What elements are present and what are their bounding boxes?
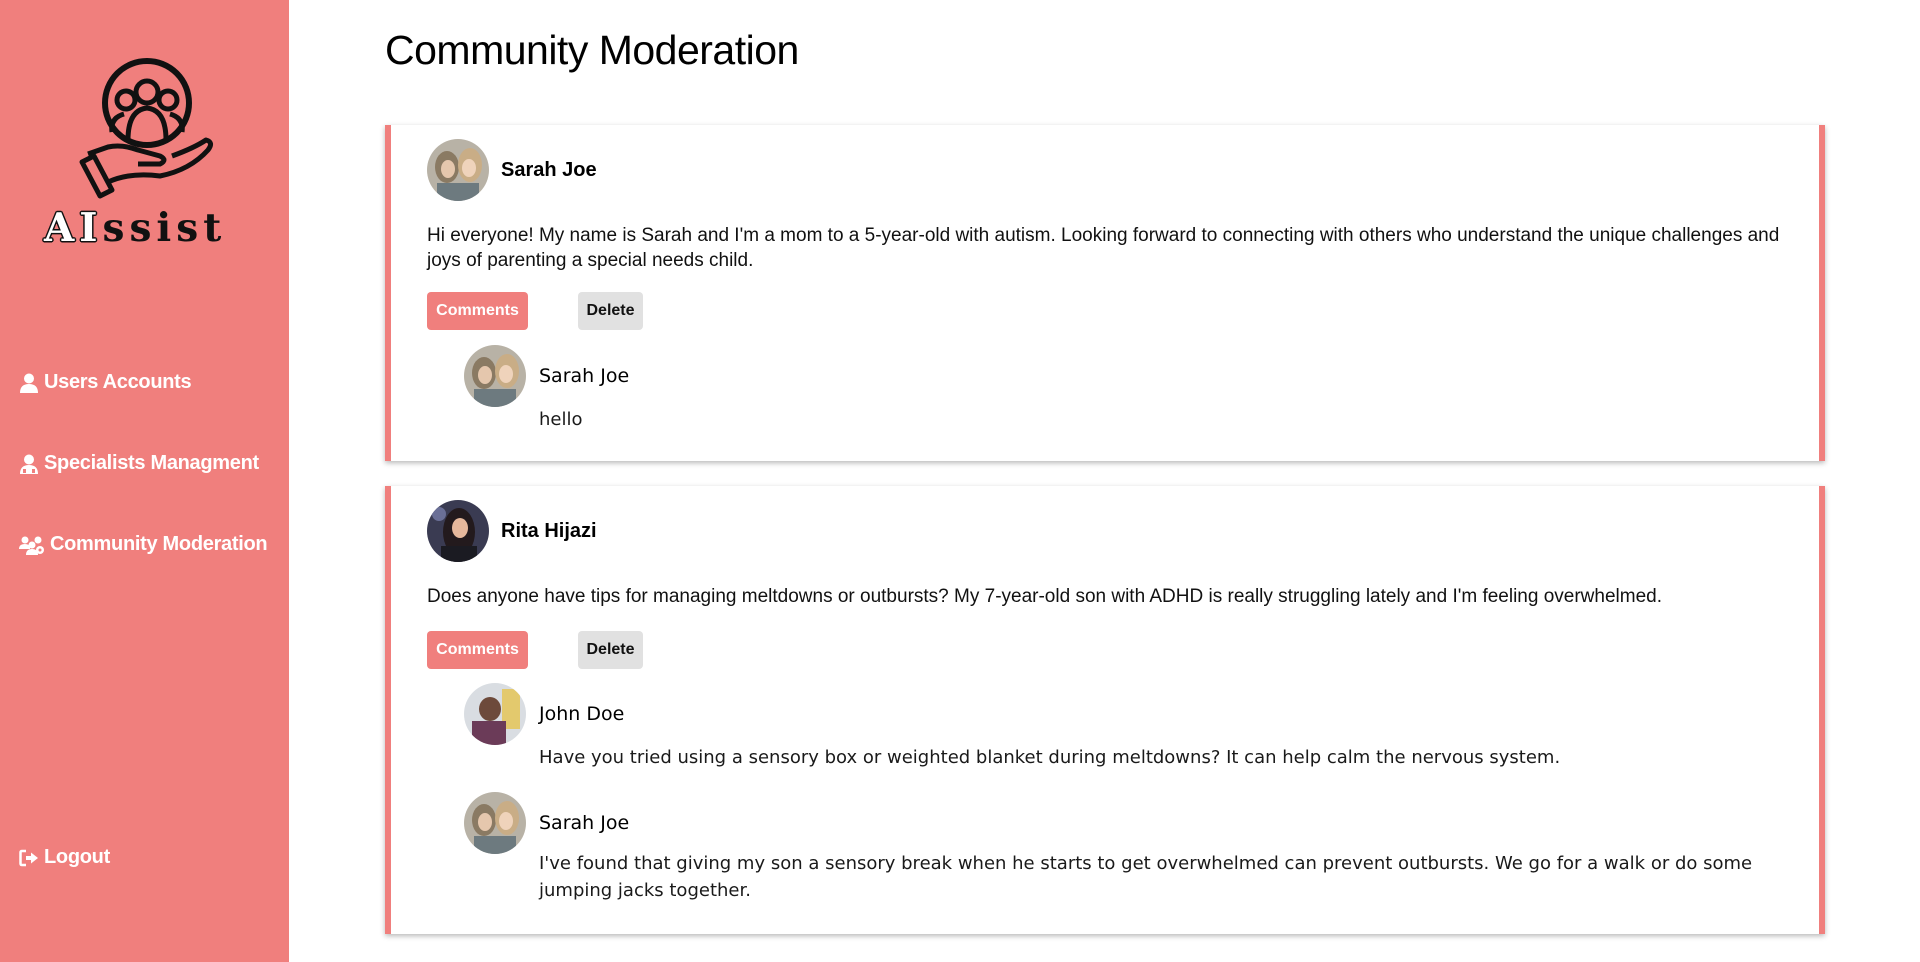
post-author: Rita Hijazi	[501, 520, 597, 542]
comment-text: hello	[539, 409, 583, 430]
post-card: Sarah Joe Hi everyone! My name is Sarah …	[385, 125, 1825, 461]
sidebar-item-label: Users Accounts	[44, 371, 192, 393]
sidebar-item-users-accounts[interactable]: Users Accounts	[18, 371, 192, 394]
comment-author: Sarah Joe	[539, 365, 630, 387]
delete-button[interactable]: Delete	[578, 292, 643, 330]
sidebar-item-label: Specialists Managment	[44, 452, 259, 474]
logout-icon	[18, 847, 40, 869]
page-title: Community Moderation	[385, 27, 799, 73]
brand-name: AIssist	[44, 205, 227, 251]
logout-button[interactable]: Logout	[18, 846, 110, 869]
comments-button[interactable]: Comments	[427, 292, 528, 330]
avatar	[464, 345, 526, 407]
comment-author: John Doe	[539, 703, 625, 725]
sidebar-item-community-moderation[interactable]: Community Moderation	[18, 533, 268, 556]
post-author: Sarah Joe	[501, 159, 597, 181]
avatar	[464, 792, 526, 854]
delete-button[interactable]: Delete	[578, 631, 643, 669]
post-text: Hi everyone! My name is Sarah and I'm a …	[427, 225, 1780, 271]
comments-button[interactable]: Comments	[427, 631, 528, 669]
avatar	[464, 683, 526, 745]
users-group-icon	[18, 534, 46, 556]
post-text: Does anyone have tips for managing meltd…	[427, 586, 1662, 607]
sidebar-item-label: Community Moderation	[50, 533, 268, 555]
community-care-icon	[79, 58, 214, 199]
comment-text: Have you tried using a sensory box or we…	[539, 747, 1561, 768]
logout-label: Logout	[44, 846, 110, 868]
user-icon	[18, 372, 40, 394]
post-card: Rita Hijazi Does anyone have tips for ma…	[385, 486, 1825, 934]
comment-author: Sarah Joe	[539, 812, 630, 834]
sidebar-item-specialists-managment[interactable]: Specialists Managment	[18, 452, 259, 475]
specialist-icon	[18, 453, 40, 475]
comment-text: I've found that giving my son a sensory …	[539, 853, 1753, 901]
sidebar: AIssist Users Accounts Specialists Manag…	[0, 0, 289, 962]
avatar	[427, 500, 489, 562]
avatar	[427, 139, 489, 201]
